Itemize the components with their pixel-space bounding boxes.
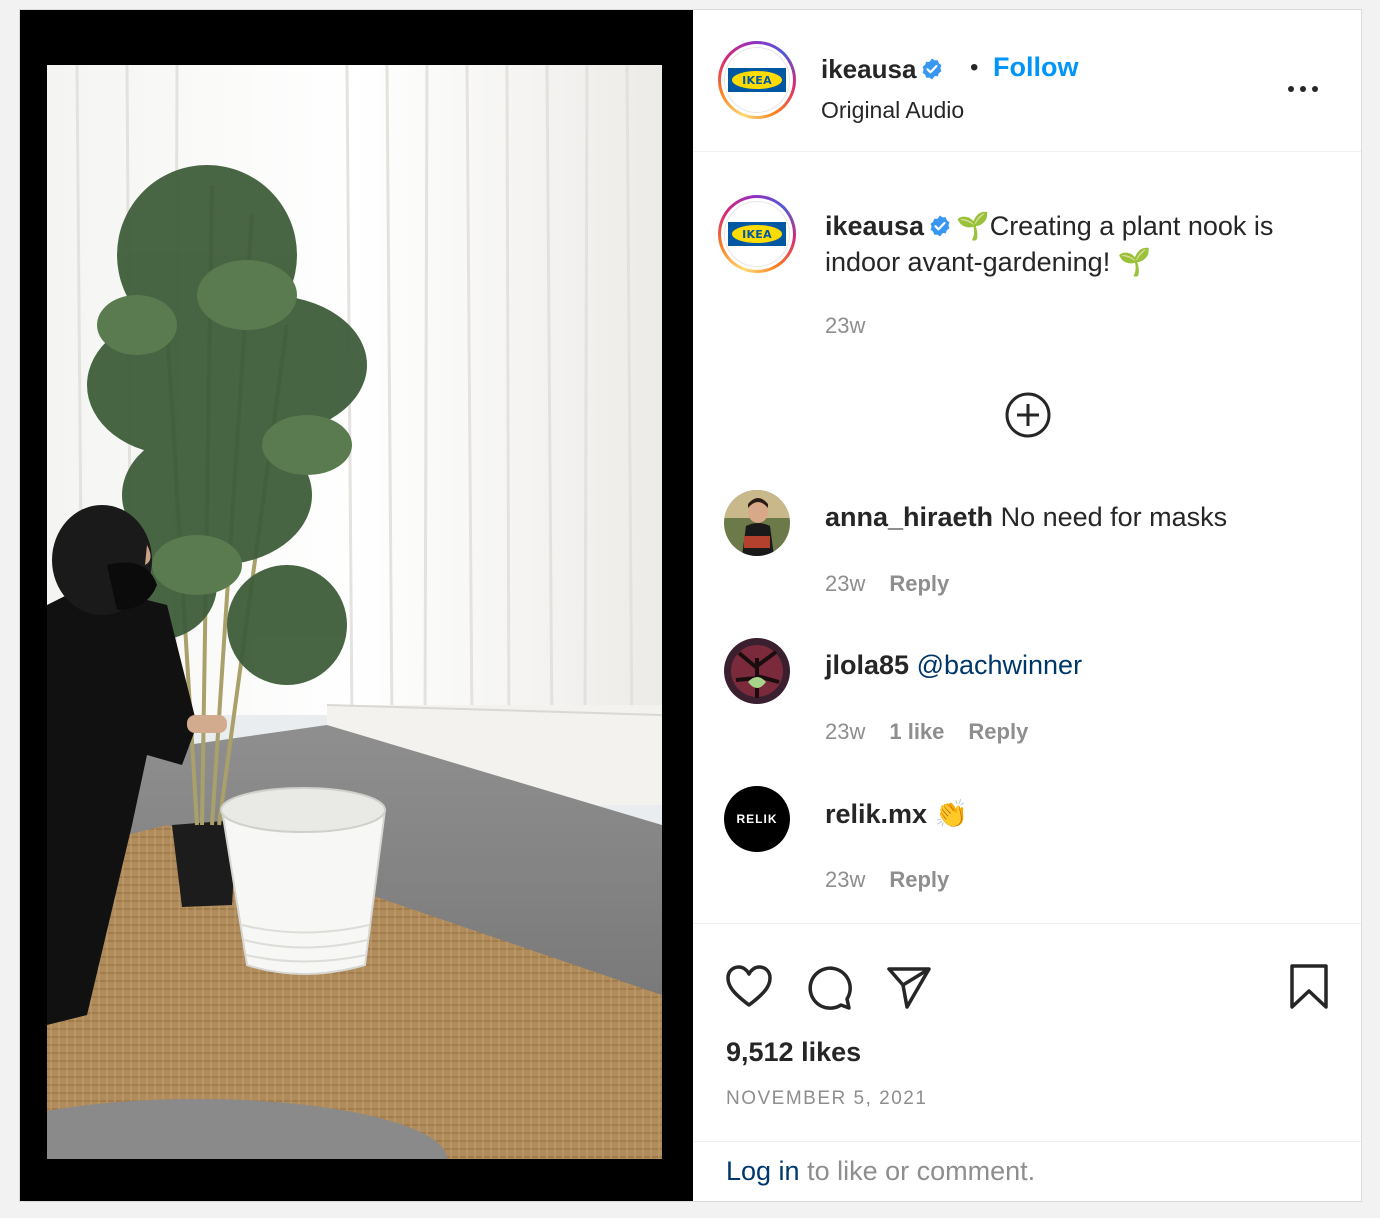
post-video[interactable] xyxy=(47,65,662,1159)
comment-2: jlola85 @bachwinner xyxy=(825,650,1082,681)
caption-username[interactable]: ikeausa xyxy=(825,211,924,241)
comment-username[interactable]: anna_hiraeth xyxy=(825,502,993,532)
post-card: IKEA ikeausa • Follow Original Audio IKE… xyxy=(19,9,1362,1202)
post-header: IKEA ikeausa • Follow Original Audio xyxy=(693,10,1361,152)
login-footer: Log in to like or comment. xyxy=(693,1141,1361,1203)
verified-badge-icon xyxy=(923,58,942,80)
comment-3-meta: 23w Reply xyxy=(825,867,949,893)
author-avatar[interactable]: IKEA xyxy=(718,41,796,119)
caption: ikeausa 🌱Creating a plant nook is indoor … xyxy=(825,208,1345,280)
comment-time[interactable]: 23w xyxy=(825,867,865,893)
heart-icon[interactable] xyxy=(723,961,775,1013)
ikea-logo-text: IKEA xyxy=(732,225,782,243)
load-more-comments-icon[interactable] xyxy=(1003,390,1053,440)
relik-avatar-text: RELIK xyxy=(736,812,778,826)
media-panel xyxy=(20,10,693,1201)
caption-time[interactable]: 23w xyxy=(825,313,865,339)
comment-mention[interactable]: @bachwinner xyxy=(917,650,1083,680)
comment-text: 👏 xyxy=(934,799,969,829)
comment-avatar-relik[interactable]: RELIK xyxy=(724,786,790,852)
reply-button[interactable]: Reply xyxy=(889,867,949,893)
ikea-logo-text: IKEA xyxy=(732,71,782,89)
login-prompt-text: to like or comment. xyxy=(799,1156,1036,1186)
comment-1: anna_hiraeth No need for masks xyxy=(825,502,1227,533)
separator-dot: • xyxy=(970,54,979,81)
bookmark-icon[interactable] xyxy=(1283,961,1335,1013)
comment-username[interactable]: jlola85 xyxy=(825,650,909,680)
comment-icon[interactable] xyxy=(803,961,855,1013)
post-actions: 9,512 likes NOVEMBER 5, 2021 xyxy=(693,923,1361,1154)
comment-1-meta: 23w Reply xyxy=(825,571,949,597)
ikea-logo: IKEA xyxy=(728,68,786,92)
verified-badge-icon xyxy=(930,215,950,237)
comment-username[interactable]: relik.mx xyxy=(825,799,927,829)
more-options-icon[interactable] xyxy=(1283,74,1323,104)
caption-author-avatar[interactable]: IKEA xyxy=(718,195,796,273)
comment-avatar-jlola[interactable] xyxy=(724,638,790,704)
audio-subtitle[interactable]: Original Audio xyxy=(821,97,964,124)
reply-button[interactable]: Reply xyxy=(968,719,1028,745)
ikea-logo: IKEA xyxy=(728,222,786,246)
comment-text: No need for masks xyxy=(1000,502,1228,532)
comment-time[interactable]: 23w xyxy=(825,571,865,597)
comment-time[interactable]: 23w xyxy=(825,719,865,745)
follow-button[interactable]: Follow xyxy=(993,52,1078,83)
video-frame-illustration xyxy=(47,65,662,1159)
reply-button[interactable]: Reply xyxy=(889,571,949,597)
login-link[interactable]: Log in xyxy=(726,1156,800,1186)
comment-2-meta: 23w 1 like Reply xyxy=(825,719,1028,745)
author-username[interactable]: ikeausa xyxy=(821,54,916,84)
comment-likes[interactable]: 1 like xyxy=(889,719,944,745)
post-date[interactable]: NOVEMBER 5, 2021 xyxy=(726,1088,927,1110)
comment-avatar-anna[interactable] xyxy=(724,490,790,556)
comment-3: relik.mx 👏 xyxy=(825,798,968,830)
post-sidebar: IKEA ikeausa • Follow Original Audio IKE… xyxy=(693,10,1361,1201)
share-icon[interactable] xyxy=(883,961,935,1013)
likes-count[interactable]: 9,512 likes xyxy=(726,1037,861,1068)
